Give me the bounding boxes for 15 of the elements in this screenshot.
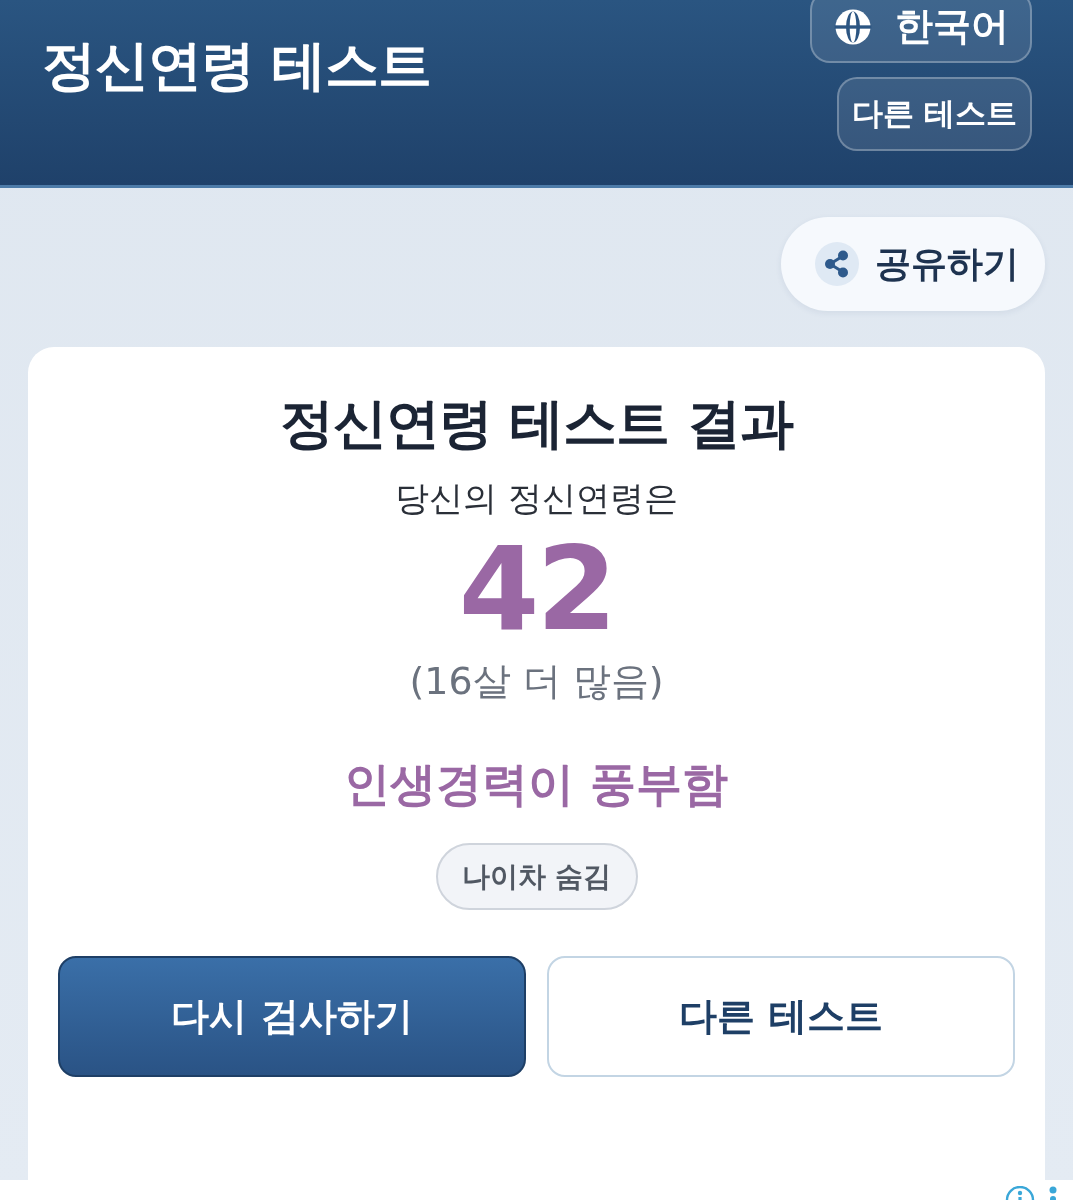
language-button[interactable]: 한국어	[810, 0, 1032, 63]
info-icon[interactable]	[1005, 1186, 1035, 1200]
other-tests-button[interactable]: 다른 테스트	[547, 956, 1015, 1077]
intro-text: 당신의 정신연령은	[395, 477, 678, 520]
verdict-text: 인생경력이 풍부함	[344, 756, 729, 813]
result-title: 정신연령 테스트 결과	[280, 391, 793, 457]
more-options-icon[interactable]	[1049, 1186, 1057, 1200]
share-button[interactable]: 공유하기	[781, 217, 1045, 311]
retake-button[interactable]: 다시 검사하기	[58, 956, 526, 1077]
share-icon	[815, 242, 859, 286]
age-difference-text: (16살 더 많음)	[409, 658, 664, 705]
mental-age: 42	[458, 525, 615, 653]
hide-age-gap-button[interactable]: 나이차 숨김	[435, 843, 638, 910]
other-tests-button[interactable]: 다른 테스트	[837, 77, 1032, 151]
app-title: 정신연령 테스트	[42, 34, 431, 98]
